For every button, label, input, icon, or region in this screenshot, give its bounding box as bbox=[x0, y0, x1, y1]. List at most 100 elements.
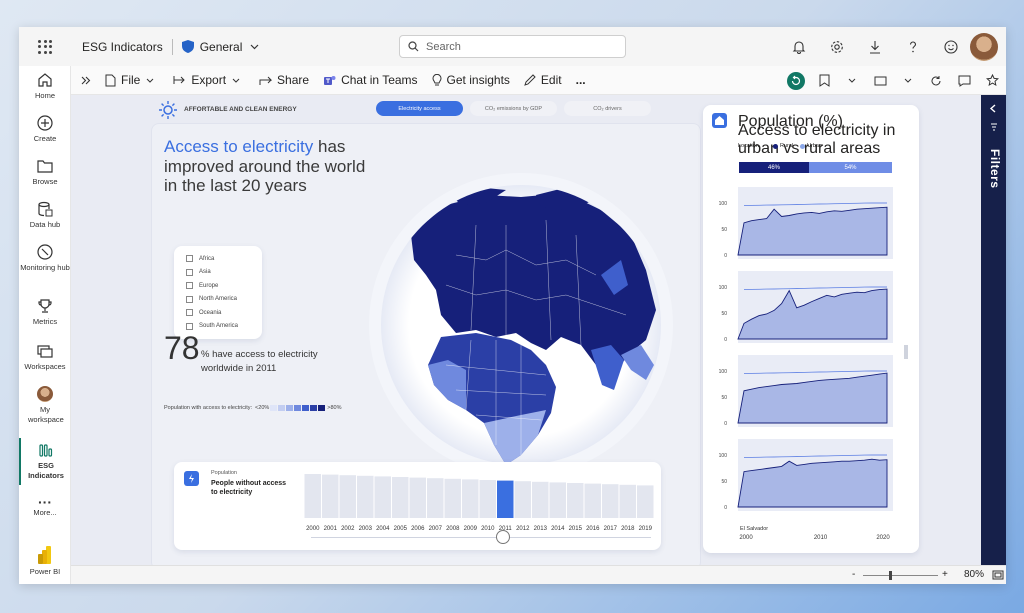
year-bar[interactable] bbox=[567, 483, 584, 518]
checkbox[interactable] bbox=[186, 295, 193, 303]
filters-pane[interactable]: Filters bbox=[981, 95, 1006, 565]
search-input[interactable]: Search bbox=[399, 35, 626, 58]
chat-in-teams-button[interactable]: Chat in Teams bbox=[323, 73, 418, 87]
chevron-down-icon[interactable] bbox=[250, 44, 259, 50]
nav-powerbi[interactable]: Power BI bbox=[19, 546, 71, 577]
nav-monitoring[interactable]: Monitoring hub bbox=[19, 244, 71, 273]
year-bar-chart[interactable]: 2000 2001 2002 2003 2004 2005 2006 2007 2008 2009… bbox=[304, 472, 654, 534]
star-icon[interactable] bbox=[978, 74, 1006, 87]
scale-low: <20% bbox=[255, 405, 270, 411]
bell-icon[interactable] bbox=[780, 40, 818, 54]
year-bar[interactable] bbox=[339, 475, 357, 518]
help-icon[interactable] bbox=[894, 40, 932, 54]
region-checkbox[interactable]: North America bbox=[186, 293, 262, 307]
y-tick: 0 bbox=[724, 337, 727, 343]
nav-more[interactable]: ··· More... bbox=[19, 495, 71, 518]
chevron-down-icon[interactable] bbox=[838, 78, 866, 83]
region-checkbox[interactable]: Asia bbox=[186, 266, 262, 280]
app-launcher-icon[interactable] bbox=[38, 39, 52, 54]
y-tick: 100 bbox=[719, 453, 728, 459]
export-menu[interactable]: Export bbox=[173, 73, 245, 87]
nav-home[interactable]: Home bbox=[19, 72, 71, 101]
tab-co2-emissions[interactable]: CO₂ emissions by GDP bbox=[470, 101, 557, 116]
color-scale: Population with access to electricity: <… bbox=[164, 405, 342, 411]
year-bar[interactable] bbox=[427, 478, 444, 518]
region-checkbox[interactable]: Oceania bbox=[186, 306, 262, 320]
zoom-in-button[interactable]: + bbox=[942, 569, 948, 580]
region-checkbox[interactable]: Africa bbox=[186, 252, 262, 266]
zoom-slider[interactable] bbox=[863, 575, 938, 576]
checkbox[interactable] bbox=[186, 322, 193, 330]
nav-browse[interactable]: Browse bbox=[19, 158, 71, 187]
year-bar[interactable] bbox=[584, 483, 602, 518]
nav-datahub[interactable]: Data hub bbox=[19, 201, 71, 230]
fit-to-page-icon[interactable] bbox=[992, 570, 1004, 580]
view-icon[interactable] bbox=[866, 76, 894, 86]
smiley-icon[interactable] bbox=[932, 39, 970, 54]
year-bar[interactable] bbox=[392, 477, 409, 518]
tab-label: Electricity access bbox=[398, 105, 441, 112]
year-bar[interactable] bbox=[637, 485, 654, 518]
timeline-slider-track[interactable] bbox=[311, 537, 651, 538]
scale-swatch bbox=[318, 405, 326, 411]
year-bar[interactable] bbox=[497, 480, 514, 518]
checkbox[interactable] bbox=[186, 282, 193, 290]
edit-button[interactable]: Edit bbox=[524, 73, 562, 87]
chevron-down-icon[interactable] bbox=[894, 78, 922, 83]
scrollbar[interactable] bbox=[904, 345, 908, 359]
country-area-charts[interactable]: Philippines100500Morocco100500Fiji100500… bbox=[703, 183, 908, 543]
checkbox[interactable] bbox=[186, 268, 193, 276]
year-label: 2002 bbox=[341, 526, 355, 532]
file-menu[interactable]: File bbox=[105, 73, 159, 87]
year-bar[interactable] bbox=[619, 484, 637, 518]
year-bar[interactable] bbox=[374, 476, 392, 518]
download-icon[interactable] bbox=[856, 40, 894, 54]
year-bar[interactable] bbox=[304, 474, 322, 518]
bookmark-icon[interactable] bbox=[810, 74, 838, 87]
chevron-left-icon[interactable] bbox=[989, 104, 997, 113]
zoom-slider-handle[interactable] bbox=[889, 571, 892, 580]
year-bar[interactable] bbox=[444, 478, 462, 518]
workspace-label[interactable]: General bbox=[200, 40, 243, 54]
timeline-slider-handle[interactable] bbox=[496, 530, 510, 544]
nav-create[interactable]: Create bbox=[19, 115, 71, 144]
year-bar[interactable] bbox=[322, 474, 339, 518]
checkbox[interactable] bbox=[186, 255, 193, 263]
nav-myworkspace[interactable]: My workspace bbox=[19, 386, 71, 425]
timeline-title: People without access to electricity bbox=[211, 480, 287, 496]
year-bar[interactable] bbox=[479, 480, 497, 518]
more-options-button[interactable]: ... bbox=[576, 73, 586, 87]
year-bar[interactable] bbox=[532, 481, 549, 518]
urban-share-bar[interactable]: 54% bbox=[809, 162, 892, 173]
urban-rural-panel: Population (%) Access to electricity in … bbox=[703, 105, 919, 553]
year-bar[interactable] bbox=[602, 484, 619, 518]
share-button[interactable]: Share bbox=[259, 73, 309, 87]
expand-icon[interactable] bbox=[81, 76, 91, 85]
checkbox[interactable] bbox=[186, 309, 193, 317]
user-avatar[interactable] bbox=[970, 32, 998, 61]
y-tick: 50 bbox=[721, 479, 727, 485]
legend-urban: Urban bbox=[807, 143, 822, 149]
tab-co2-drivers[interactable]: CO₂ drivers bbox=[564, 101, 651, 116]
get-insights-button[interactable]: Get insights bbox=[432, 73, 510, 87]
zoom-out-button[interactable]: - bbox=[852, 569, 855, 580]
refresh-icon[interactable] bbox=[922, 75, 950, 87]
region-checkbox[interactable]: Europe bbox=[186, 279, 262, 293]
year-bar[interactable] bbox=[357, 475, 374, 518]
nav-metrics[interactable]: Metrics bbox=[19, 298, 71, 327]
tab-label: CO₂ emissions by GDP bbox=[484, 105, 543, 112]
reset-icon[interactable] bbox=[782, 71, 810, 90]
legend-rural: Rural bbox=[780, 143, 794, 149]
gear-icon[interactable] bbox=[818, 40, 856, 54]
app-name[interactable]: ESG Indicators bbox=[82, 40, 163, 54]
nav-esg-indicators[interactable]: ESG Indicators bbox=[19, 438, 71, 485]
nav-workspaces[interactable]: Workspaces bbox=[19, 343, 71, 372]
year-bar[interactable] bbox=[514, 481, 532, 518]
world-map[interactable] bbox=[356, 165, 681, 475]
year-bar[interactable] bbox=[462, 479, 479, 518]
comment-icon[interactable] bbox=[950, 75, 978, 87]
tab-electricity-access[interactable]: Electricity access bbox=[376, 101, 463, 116]
year-bar[interactable] bbox=[409, 477, 427, 518]
year-bar[interactable] bbox=[549, 482, 567, 518]
rural-share-bar[interactable]: 46% bbox=[739, 162, 809, 173]
